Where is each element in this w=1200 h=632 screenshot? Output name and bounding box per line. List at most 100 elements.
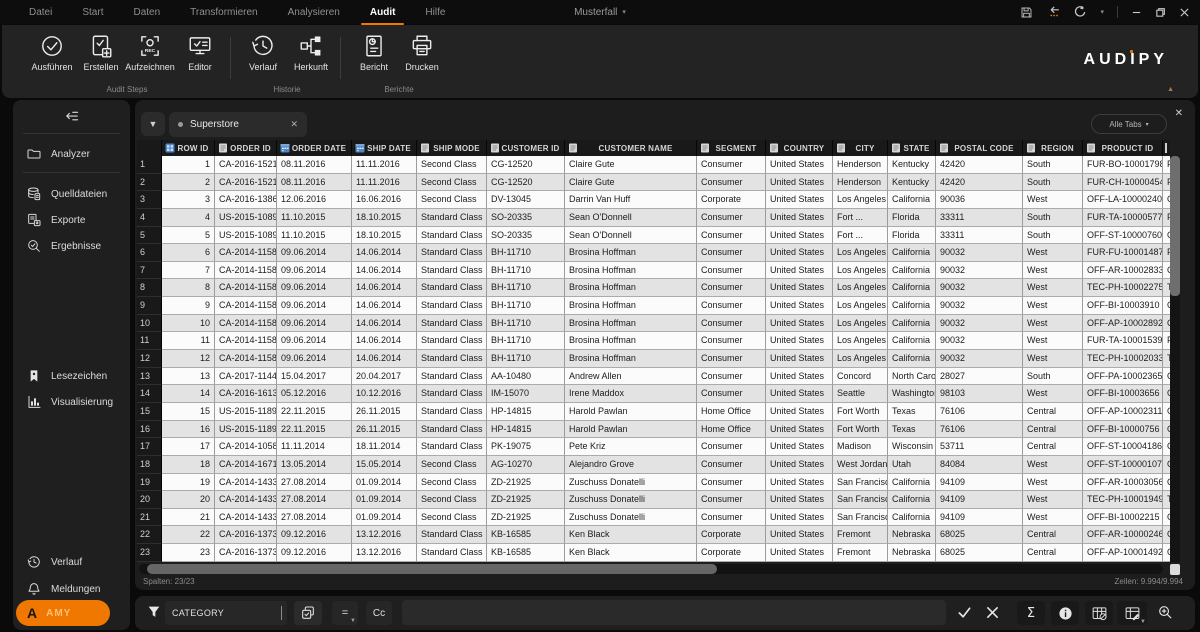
table-cell[interactable]: BH-11710 (487, 279, 565, 298)
table-cell[interactable]: US-2015-118983 (215, 420, 277, 439)
zoom-icon[interactable] (1157, 604, 1174, 621)
table-cell[interactable]: CA-2014-143336 (215, 473, 277, 492)
table-cell[interactable]: CA-2016-137330 (215, 544, 277, 562)
table-cell[interactable]: West (1023, 385, 1083, 403)
table-cell[interactable]: United States (766, 473, 833, 492)
table-cell[interactable]: United States (766, 208, 833, 227)
table-cell[interactable]: Standard Class (417, 367, 487, 386)
redo-options-chevron-icon[interactable]: ▾ (1100, 8, 1104, 16)
table-cell[interactable]: Consumer (697, 367, 766, 386)
table-cell[interactable]: 15.05.2014 (352, 455, 417, 474)
table-cell[interactable]: HP-14815 (487, 420, 565, 439)
table-cell[interactable]: 28027 (936, 367, 1023, 386)
table-cell[interactable]: 8 (162, 279, 215, 298)
table-cell[interactable]: United States (766, 297, 833, 315)
table-cell[interactable]: FUR-TA-10001539 (1083, 332, 1163, 351)
table-cell[interactable]: CA-2014-143336 (215, 508, 277, 527)
table-cell[interactable]: West (1023, 314, 1083, 333)
table-cell[interactable]: 13.05.2014 (277, 455, 352, 474)
table-cell[interactable]: Fort Worth (833, 420, 888, 439)
table-cell[interactable]: CA-2016-161389 (215, 385, 277, 403)
table-cell[interactable]: California (888, 473, 936, 492)
table-cell[interactable]: Claire Gute (565, 156, 697, 174)
table-cell[interactable]: 11.11.2016 (352, 173, 417, 192)
clear-filter-icon[interactable] (985, 605, 1000, 620)
table-cell[interactable]: 94109 (936, 473, 1023, 492)
table-cell[interactable]: 21 (162, 508, 215, 527)
table-cell[interactable]: 12.06.2016 (277, 191, 352, 209)
table-cell[interactable]: United States (766, 438, 833, 456)
table-cell[interactable]: San Francisco (833, 491, 888, 509)
table-cell[interactable]: BH-11710 (487, 314, 565, 333)
table-cell[interactable]: Second Class (417, 491, 487, 509)
table-cell[interactable]: 23 (162, 544, 215, 562)
table-cell[interactable]: South (1023, 173, 1083, 192)
column-header-product-id[interactable]: PRODUCT ID (1083, 140, 1163, 156)
sidebar-item-ergebnisse[interactable]: Ergebnisse (13, 234, 130, 258)
table-cell[interactable]: 01.09.2014 (352, 491, 417, 509)
column-header-order-date[interactable]: ORDER DATE (277, 140, 352, 156)
table-cell[interactable]: 90032 (936, 350, 1023, 368)
table-cell[interactable]: 11.11.2014 (277, 438, 352, 456)
table-row[interactable]: 2222CA-2016-13733009.12.201613.12.2016St… (137, 526, 1170, 545)
table-cell[interactable]: Fort ... (833, 208, 888, 227)
table-cell[interactable]: United States (766, 350, 833, 368)
operator-dropdown[interactable]: = ▼ (332, 601, 358, 625)
table-cell[interactable]: Sean O'Donnell (565, 208, 697, 227)
table-cell[interactable]: 98103 (936, 385, 1023, 403)
table-cell[interactable]: Standard Class (417, 420, 487, 439)
table-cell[interactable]: OFF-BI-10003910 (1083, 297, 1163, 315)
table-cell[interactable]: Central (1023, 420, 1083, 439)
table-cell[interactable]: Standard Class (417, 526, 487, 545)
table-cell[interactable]: Wisconsin (888, 438, 936, 456)
table-cell[interactable]: Brosina Hoffman (565, 350, 697, 368)
table-cell[interactable]: Standard Class (417, 279, 487, 298)
table-cell[interactable]: US-2015-108966 (215, 208, 277, 227)
table-cell[interactable]: Los Angeles (833, 297, 888, 315)
table-cell[interactable]: 76106 (936, 402, 1023, 421)
table-cell[interactable]: Standard Class (417, 297, 487, 315)
table-row[interactable]: 33CA-2016-13868812.06.201616.06.2016Seco… (137, 191, 1170, 209)
table-cell[interactable]: Los Angeles (833, 191, 888, 209)
table-cell[interactable]: Los Angeles (833, 314, 888, 333)
table-cell[interactable]: 15.04.2017 (277, 367, 352, 386)
table-row[interactable]: 1515US-2015-11898322.11.201526.11.2015St… (137, 402, 1170, 421)
table-row[interactable]: 44US-2015-10896611.10.201518.10.2015Stan… (137, 208, 1170, 227)
table-cell[interactable]: 01.09.2014 (352, 473, 417, 492)
report-button[interactable]: Bericht (350, 33, 398, 81)
table-cell[interactable]: United States (766, 261, 833, 280)
table-cell[interactable]: West (1023, 473, 1083, 492)
table-cell[interactable]: California (888, 279, 936, 298)
menu-item-hilfe[interactable]: Hilfe (422, 3, 448, 22)
lineage-button[interactable]: Herkunft (287, 33, 335, 81)
filter-value-input[interactable] (402, 600, 946, 625)
table-row[interactable]: 88CA-2014-11581209.06.201414.06.2014Stan… (137, 279, 1170, 298)
table-cell[interactable]: OFF-ST-10004186 (1083, 438, 1163, 456)
table-cell[interactable]: 6 (162, 244, 215, 262)
table-cell[interactable]: OFF-BI-10003656 (1083, 385, 1163, 403)
table-cell[interactable]: 14.06.2014 (352, 350, 417, 368)
table-cell[interactable]: Corporate (697, 526, 766, 545)
table-cell[interactable]: KB-16585 (487, 526, 565, 545)
record-button[interactable]: REC Aufzeichnen (125, 33, 175, 81)
create-button[interactable]: Erstellen (77, 33, 125, 81)
table-cell[interactable]: United States (766, 244, 833, 262)
run-button[interactable]: Ausführen (28, 33, 76, 81)
table-cell[interactable]: Zuschuss Donatelli (565, 491, 697, 509)
table-cell[interactable]: San Francisco (833, 473, 888, 492)
table-cell[interactable]: United States (766, 226, 833, 245)
table-cell[interactable]: OFF-BI-10000756 (1083, 420, 1163, 439)
table-cell[interactable]: Kentucky (888, 156, 936, 174)
table-cell[interactable]: FUR-FU-10001487 (1083, 244, 1163, 262)
table-row[interactable]: 2121CA-2014-14333627.08.201401.09.2014Se… (137, 508, 1170, 527)
table-cell[interactable]: United States (766, 156, 833, 174)
table-cell[interactable]: California (888, 244, 936, 262)
panel-close-icon[interactable]: ✕ (1175, 108, 1183, 119)
table-cell[interactable]: 76106 (936, 420, 1023, 439)
table-cell[interactable]: Fort Worth (833, 402, 888, 421)
table-cell[interactable]: BH-11710 (487, 332, 565, 351)
table-cell[interactable]: Andrew Allen (565, 367, 697, 386)
table-cell[interactable]: ZD-21925 (487, 508, 565, 527)
table-cell[interactable]: 09.06.2014 (277, 332, 352, 351)
column-header-segment[interactable]: SEGMENT (697, 140, 766, 156)
